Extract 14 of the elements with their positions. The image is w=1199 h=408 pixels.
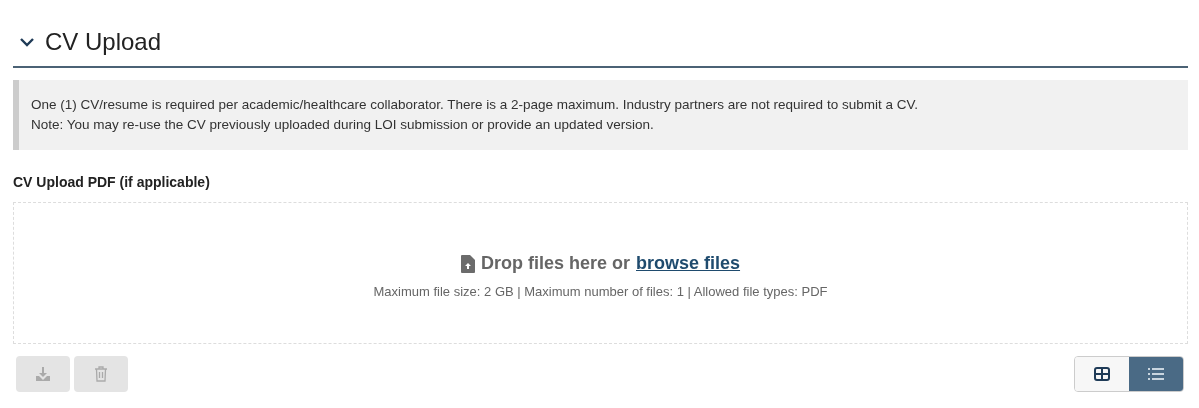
upload-limits: Maximum file size: 2 GB | Maximum number of files: 1 | Allowed file types: PDF [373,284,828,299]
grid-icon [1094,367,1110,381]
drop-zone[interactable]: Drop files here or browse files Maximum file size: 2 GB | Maximum number of files: 1 | Allowed file types: PDF [13,202,1188,344]
grid-view-button[interactable] [1075,357,1129,391]
trash-icon [94,366,108,382]
drop-prompt: Drop files here or [480,253,630,274]
file-upload-icon [460,254,475,273]
info-note: One (1) CV/resume is required per academic/healthcare collaborator. There is a 2-page maximum. Industry partners are not required to submit a CV. Note: You may re-use the CV previously uploaded during LOI submission or provide an updated version. [13,80,1188,150]
field-label: CV Upload PDF (if applicable) [13,174,211,190]
list-icon [1147,367,1165,381]
list-view-button[interactable] [1129,357,1183,391]
download-icon [35,366,51,382]
section-title: CV Upload [45,28,162,56]
browse-files-link[interactable]: browse files [636,253,741,274]
